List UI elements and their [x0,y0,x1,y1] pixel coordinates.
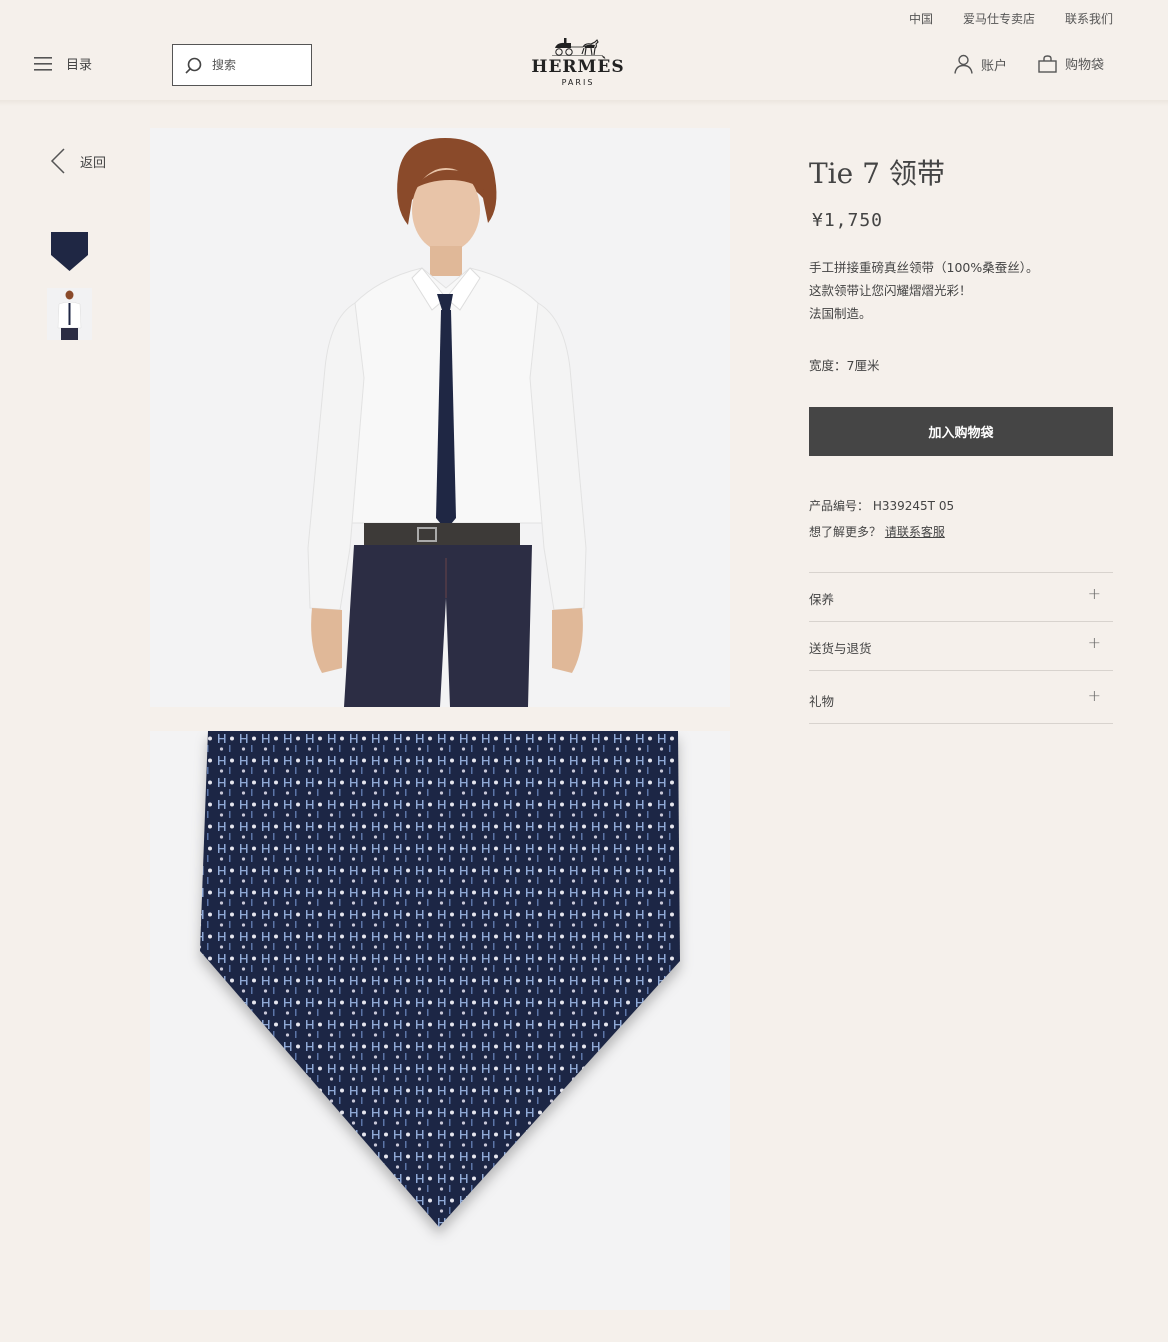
product-image-tie [150,731,730,1310]
tie-pattern-image [200,731,680,1227]
menu-icon [34,56,52,71]
menu-button[interactable]: 目录 [34,54,92,73]
search-input[interactable] [212,58,302,72]
search-box[interactable] [172,44,312,86]
model-thumbnail-image [57,290,82,340]
hermes-carriage-logo [552,38,603,56]
logo-wordmark: HERMÈS [531,57,625,77]
hermes-logo[interactable]: HERMÈS PARIS [528,38,628,94]
accordion-delivery[interactable]: 送货与退货 + [809,622,1113,670]
accordion-label: 礼物 [809,694,835,709]
product-width: 宽度：7厘米 [809,358,880,373]
model-image [307,138,587,707]
account-label: 账户 [981,58,1008,74]
thumbnail-tie[interactable] [47,229,92,281]
bag-label: 购物袋 [1065,58,1105,73]
plus-icon: + [1087,633,1101,652]
accordion-label: 保养 [809,592,835,607]
accordion-label: 送货与退货 [809,641,872,656]
thumbnail-model[interactable] [47,288,92,340]
search-icon [185,57,202,74]
back-label: 返回 [80,155,107,171]
sku-value: H339245T 05 [872,499,955,513]
utility-bar: 中国 爱马仕专卖店 联系我们 [0,0,1168,34]
help-text: 想了解更多？ 请联系客服 [809,523,945,540]
account-button[interactable]: 账户 [954,54,1007,74]
logo-paris: PARIS [561,78,595,87]
accordion-divider [809,670,1113,671]
help-prompt: 想了解更多？ [809,525,882,539]
accordion-care[interactable]: 保养 + [809,573,1113,621]
contact-link[interactable]: 联系我们 [1065,10,1113,27]
contact-service-link[interactable]: 请联系客服 [885,525,945,539]
product-description: 手工拼接重磅真丝领带（100%桑蚕丝）。 这款领带让您闪耀熠熠光彩！ 法国制造。 [809,256,1039,325]
description-line: 这款领带让您闪耀熠熠光彩！ [809,283,972,298]
sku-label: 产品编号： [809,499,870,513]
description-line: 法国制造。 [809,306,872,321]
header-divider [0,100,1168,106]
product-title: Tie 7 领带 [809,157,945,190]
user-icon [954,54,973,74]
product-image-model [150,128,730,707]
tie-thumbnail-image [51,232,88,271]
plus-icon: + [1087,686,1101,705]
plus-icon: + [1087,584,1101,603]
country-link[interactable]: 中国 [909,10,933,27]
site-header: 目录 HERMÈS PARIS 账户 [0,34,1168,102]
accordion-gift[interactable]: 礼物 + [809,675,1113,723]
stores-link[interactable]: 爱马仕专卖店 [963,10,1035,27]
add-to-bag-button[interactable]: 加入购物袋 [809,407,1113,456]
shopping-bag-button[interactable]: 购物袋 [1038,54,1104,73]
menu-label: 目录 [66,58,93,73]
description-line: 手工拼接重磅真丝领带（100%桑蚕丝）。 [809,260,1039,275]
shopping-bag-icon [1038,54,1057,73]
product-sku: 产品编号： H339245T 05 [809,497,954,514]
accordion-divider [809,723,1113,724]
back-button[interactable]: 返回 [50,148,106,174]
product-price: ¥1,750 [812,210,884,231]
chevron-left-icon [50,148,65,174]
